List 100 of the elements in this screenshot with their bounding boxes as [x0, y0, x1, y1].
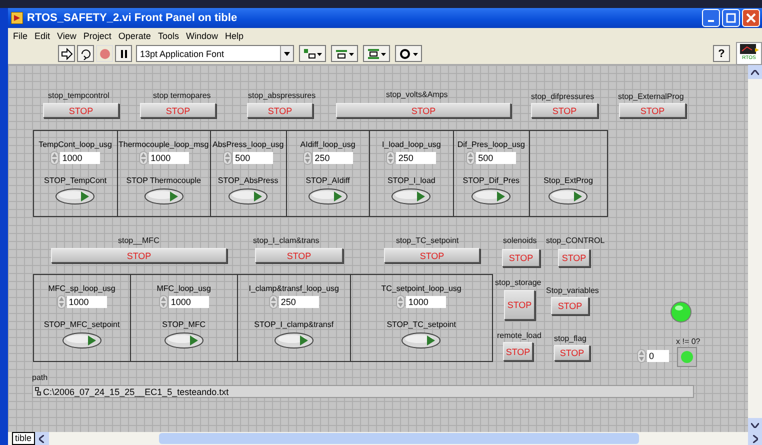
control-label: AbsPress_loop_usg: [212, 140, 284, 149]
maximize-icon: [726, 13, 736, 23]
control-label: STOP_AbsPress: [218, 176, 278, 185]
target-tab[interactable]: tible: [12, 432, 35, 445]
toggle-switch[interactable]: [144, 188, 184, 205]
control-label: MFC_sp_loop_usg: [48, 284, 116, 293]
toggle-switch[interactable]: [401, 332, 442, 349]
control-label: stop_CONTROL: [546, 236, 605, 245]
path-icon: [35, 387, 41, 396]
menu-item[interactable]: File: [13, 30, 28, 40]
pause-button[interactable]: [115, 45, 132, 62]
toggle-switch[interactable]: [164, 332, 204, 349]
control-label: stop_volts&Amps: [386, 90, 448, 99]
dropdown-arrow-icon: [284, 52, 290, 56]
control-label: solenoids: [503, 236, 537, 245]
menu-item[interactable]: Tools: [158, 30, 179, 40]
window-title: RTOS_SAFETY_2.vi Front Panel on tible: [27, 12, 238, 24]
menu-item[interactable]: Help: [224, 30, 244, 40]
menu-item[interactable]: View: [57, 30, 76, 40]
reorder-button[interactable]: [395, 45, 422, 62]
help-button[interactable]: ?: [713, 45, 730, 62]
menu-item[interactable]: Project: [83, 30, 112, 40]
toggle-switch[interactable]: [308, 188, 348, 205]
run-continuously-button[interactable]: [77, 45, 94, 62]
toggle-switch[interactable]: [548, 188, 588, 205]
stop-sign-icon: [98, 48, 110, 60]
control-label: STOP Thermocouple: [126, 176, 201, 185]
distribute-icon: [334, 48, 354, 60]
control-label: TempCont_loop_usg: [38, 140, 112, 149]
control-label: remote_load: [497, 331, 542, 340]
menu-item[interactable]: Edit: [34, 30, 50, 40]
minimize-button[interactable]: [702, 9, 720, 27]
control-label: Dif_Pres_loop_usg: [457, 140, 525, 149]
numeric-field[interactable]: 1000: [66, 296, 107, 308]
maximize-button[interactable]: [722, 9, 740, 27]
toggle-switch[interactable]: [228, 188, 268, 205]
control-label: path: [32, 373, 48, 382]
numeric-field[interactable]: 0: [647, 350, 669, 362]
reorder-icon: [398, 48, 418, 60]
control-label: STOP_MFC: [162, 320, 206, 329]
control-label: STOP_AIdiff: [306, 176, 350, 185]
align-icon: [302, 48, 322, 60]
control-label: x != 0?: [676, 337, 700, 346]
close-button[interactable]: [742, 9, 760, 27]
control-label: STOP_MFC_setpoint: [44, 320, 120, 329]
numeric-field[interactable]: 1000: [406, 296, 446, 308]
control-label: stop_tempcontrol: [48, 91, 110, 100]
resize-icon: [366, 48, 386, 60]
control-label: stop_flag: [554, 334, 586, 343]
control-label: STOP_TempCont: [44, 176, 107, 185]
app-icon: [11, 12, 23, 24]
control-label: STOP_TC_setpoint: [386, 320, 456, 329]
control-label: MFC_loop_usg: [156, 284, 211, 293]
menu-item[interactable]: Window: [186, 30, 218, 40]
run-button[interactable]: [58, 45, 75, 62]
control-label: STOP_I_clamp&transf: [254, 320, 334, 329]
numeric-field[interactable]: 1000: [60, 152, 100, 164]
graph-icon: [739, 43, 759, 55]
arrow-icon: [60, 48, 72, 60]
loop-arrow-icon: [80, 48, 92, 60]
toggle-switch[interactable]: [55, 188, 96, 205]
minimize-icon: [708, 20, 714, 22]
numeric-field[interactable]: 500: [233, 152, 274, 164]
path-field[interactable]: C:\2006_07_24_15_25__EC1_5_testeando.txt: [32, 385, 694, 398]
control-label: I_load_loop_usg: [382, 140, 441, 149]
control-label: stop_TC_setpoint: [396, 236, 459, 245]
control-label: stop_I_clam&trans: [253, 236, 320, 245]
control-label: stop__MFC: [118, 236, 160, 245]
toggle-switch[interactable]: [391, 188, 432, 205]
control-label: STOP_I_load: [387, 176, 436, 185]
control-label: stop_abspressures: [248, 91, 316, 100]
control-label: Thermocouple_loop_msg: [118, 140, 209, 149]
control-label: Stop_ExtProg: [544, 176, 593, 185]
vertical-scrollbar[interactable]: [748, 65, 762, 432]
font-dropdown[interactable]: 13pt Application Font: [136, 45, 294, 62]
numeric-field[interactable]: 250: [396, 152, 436, 164]
control-label: STOP_Dif_Pres: [462, 176, 520, 185]
control-label: TC_setpoint_loop_usg: [381, 284, 462, 293]
control-label: stop_storage: [495, 278, 542, 287]
resize-objects-button[interactable]: [363, 45, 390, 62]
numeric-field[interactable]: 250: [278, 296, 319, 308]
close-icon: [746, 13, 756, 23]
distribute-objects-button[interactable]: [331, 45, 358, 62]
menu-item[interactable]: Operate: [118, 30, 151, 40]
horizontal-scrollbar[interactable]: [34, 432, 762, 445]
control-label: stop termopares: [153, 91, 211, 100]
numeric-field[interactable]: 250: [312, 152, 353, 164]
numeric-field[interactable]: 1000: [148, 152, 189, 164]
toggle-switch[interactable]: [471, 188, 512, 205]
scroll-thumb[interactable]: [158, 433, 639, 444]
toggle-switch[interactable]: [274, 332, 314, 349]
numeric-field[interactable]: 1000: [168, 296, 209, 308]
control-label: I_clamp&transf_loop_usg: [248, 284, 339, 293]
control-label: Stop_variables: [546, 286, 599, 295]
control-label: stop_difpressures: [531, 92, 594, 101]
align-objects-button[interactable]: [299, 45, 326, 62]
control-label: stop_ExternalProg: [618, 92, 684, 101]
control-label: AIdiff_loop_usg: [300, 140, 356, 149]
toggle-switch[interactable]: [62, 332, 102, 349]
numeric-field[interactable]: 500: [476, 152, 516, 164]
